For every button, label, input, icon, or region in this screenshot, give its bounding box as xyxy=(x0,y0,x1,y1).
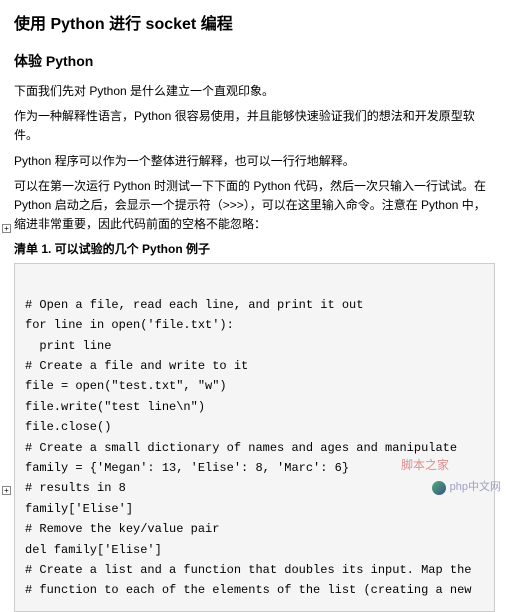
paragraph: 下面我们先对 Python 是什么建立一个直观印象。 xyxy=(14,82,495,101)
paragraph: 作为一种解释性语言，Python 很容易使用，并且能够快速验证我们的想法和开发原… xyxy=(14,107,495,145)
paragraph: 可以在第一次运行 Python 时测试一下下面的 Python 代码，然后一次只… xyxy=(14,177,495,235)
paragraph: Python 程序可以作为一个整体进行解释，也可以一行行地解释。 xyxy=(14,152,495,171)
watermark-text: php中文网 xyxy=(450,479,501,497)
code-block: # Open a file, read each line, and print… xyxy=(14,263,495,611)
watermark-php: php中文网 xyxy=(432,479,501,497)
listing-title: 清单 1. 可以试验的几个 Python 例子 xyxy=(14,240,495,259)
expand-icon[interactable]: + xyxy=(2,224,11,233)
php-logo-icon xyxy=(432,481,446,495)
page-title: 使用 Python 进行 socket 编程 xyxy=(14,12,495,38)
watermark-site: 脚本之家 xyxy=(401,456,449,475)
section-heading: 体验 Python xyxy=(14,50,495,72)
expand-icon[interactable]: + xyxy=(2,486,11,495)
